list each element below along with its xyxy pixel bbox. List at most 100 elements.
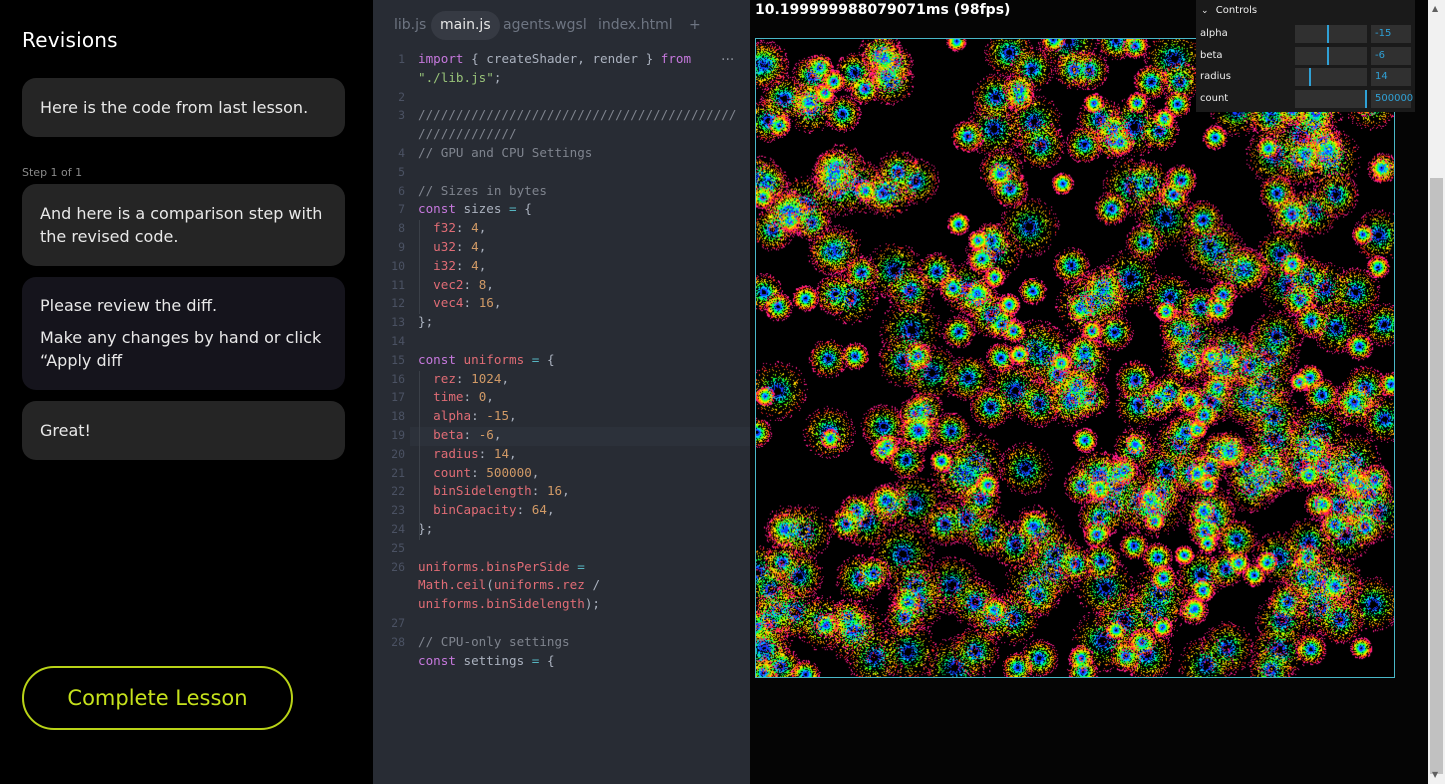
line-number: 20 (391, 446, 405, 461)
line-number: 22 (391, 484, 405, 499)
code-line: time: 0, (433, 389, 494, 405)
code-line: uniforms.binsPerSide = (418, 558, 585, 574)
control-label: beta (1200, 49, 1223, 61)
complete-lesson-button[interactable]: Complete Lesson (22, 666, 293, 730)
slider-knob[interactable] (1327, 46, 1329, 65)
message-text: Make any changes by hand or click “Apply… (40, 328, 322, 370)
page-scrollbar[interactable]: ▲ ▼ (1428, 0, 1445, 784)
radius-value-input[interactable]: 14 (1371, 68, 1411, 86)
line-number: 28 (391, 634, 405, 649)
beta-slider[interactable] (1295, 46, 1367, 65)
code-line: const uniforms = { (418, 351, 555, 367)
message-bubble: Great! (22, 401, 345, 460)
code-line: binCapacity: 64, (433, 502, 555, 518)
message-bubble: And here is a comparison step with the r… (22, 184, 345, 266)
code-line: }; (418, 314, 434, 330)
code-line: binSidelength: 16, (433, 483, 570, 499)
line-number: 1 (398, 52, 405, 66)
code-line: uniforms.binSidelength); (418, 596, 600, 612)
message-text: And here is a comparison step with the r… (40, 204, 323, 246)
code-line: "./lib.js"; (418, 69, 502, 85)
code-line: // Sizes in bytes (418, 182, 547, 198)
code-line: import { createShader, render } from (418, 51, 692, 66)
scroll-thumb[interactable] (1430, 178, 1443, 774)
slider-knob[interactable] (1365, 89, 1367, 108)
step-counter: Step 1 of 1 (22, 166, 83, 179)
line-number: 17 (391, 390, 405, 405)
line-number: 24 (391, 522, 405, 536)
code-line: vec4: 16, (433, 295, 502, 311)
line-number: 10 (391, 258, 405, 273)
sidebar-title: Revisions (22, 28, 118, 52)
message-text: Great! (40, 421, 91, 440)
lesson-sidebar: Revisions Here is the code from last les… (0, 0, 373, 784)
line-number: 5 (398, 164, 405, 179)
indent-guide (419, 220, 420, 315)
code-line: vec2: 8, (433, 276, 494, 292)
control-label: alpha (1200, 28, 1228, 39)
frame-time-readout: 10.199999988079071ms (98fps) (755, 2, 1011, 18)
control-label: count (1200, 92, 1229, 104)
code-editor[interactable]: lib.js main.js agents.wgsl index.html + … (373, 0, 750, 784)
line-number: 8 (398, 221, 405, 236)
count-value-input[interactable]: 500000 (1371, 89, 1413, 108)
control-row-count: count 500000 (1196, 89, 1415, 110)
line-number: 9 (398, 240, 405, 254)
scroll-down-icon[interactable]: ▼ (1432, 770, 1438, 779)
radius-slider[interactable] (1295, 68, 1367, 86)
preview-panel: 10.199999988079071ms (98fps) ⌄ Controls … (750, 0, 1428, 784)
line-number: 13 (391, 315, 405, 330)
code-line: u32: 4, (433, 239, 487, 254)
alpha-value-input[interactable]: -15 (1371, 25, 1411, 43)
controls-panel: ⌄ Controls alpha -15 beta -6 radius 14 count 50… (1196, 0, 1415, 112)
line-number: 2 (398, 89, 405, 104)
code-line: radius: 14, (433, 445, 517, 461)
controls-header[interactable]: ⌄ Controls (1196, 0, 1415, 22)
code-line: i32: 4, (433, 257, 487, 273)
tab-index-html[interactable]: index.html (589, 11, 682, 40)
code-line: const sizes = { (418, 201, 532, 217)
more-options-icon[interactable]: ··· (721, 52, 734, 68)
indent-guide (419, 370, 420, 540)
line-number: 12 (391, 296, 405, 311)
code-line: rez: 1024, (433, 370, 510, 386)
control-label: radius (1200, 71, 1231, 82)
slider-knob[interactable] (1327, 25, 1329, 43)
alpha-slider[interactable] (1295, 25, 1367, 43)
control-row-radius: radius 14 (1196, 67, 1415, 88)
tab-lib-js[interactable]: lib.js (385, 11, 435, 40)
message-text: Here is the code from last lesson. (40, 98, 309, 117)
line-number: 18 (391, 409, 405, 424)
line-number: 16 (391, 371, 405, 386)
file-tabs: lib.js main.js agents.wgsl index.html + (373, 0, 750, 50)
message-text: Please review the diff. (40, 296, 218, 315)
simulation-canvas[interactable] (755, 38, 1395, 678)
line-number: 11 (391, 277, 405, 292)
code-line: ////////////////////////////////////////… (418, 107, 737, 123)
code-line: alpha: -15, (433, 408, 517, 424)
code-line: count: 500000, (433, 464, 540, 480)
count-slider[interactable] (1295, 89, 1367, 108)
line-number: 25 (391, 540, 405, 555)
line-number: 7 (398, 202, 405, 217)
line-number: 23 (391, 503, 405, 518)
code-line: ///////////// (418, 126, 517, 142)
line-number: 27 (391, 616, 405, 630)
line-number: 21 (391, 465, 405, 480)
controls-title: Controls (1215, 5, 1258, 16)
tab-main-js[interactable]: main.js (431, 11, 500, 40)
code-line: // GPU and CPU Settings (418, 145, 593, 160)
control-row-beta: beta -6 (1196, 46, 1415, 67)
line-number: 14 (391, 334, 405, 348)
tab-agents-wgsl[interactable]: agents.wgsl (494, 11, 596, 40)
code-line: Math.ceil(uniforms.rez / (418, 577, 601, 593)
line-number: 3 (398, 108, 405, 123)
code-line: // CPU-only settings (418, 633, 570, 649)
code-line: const settings = { (418, 652, 555, 668)
scroll-up-icon[interactable]: ▲ (1432, 4, 1438, 13)
line-number: 15 (391, 352, 405, 367)
add-tab-button[interactable]: + (680, 11, 710, 40)
diff-review-bubble: Please review the diff. Make any changes… (22, 277, 345, 390)
slider-knob[interactable] (1309, 68, 1311, 86)
beta-value-input[interactable]: -6 (1371, 46, 1411, 65)
